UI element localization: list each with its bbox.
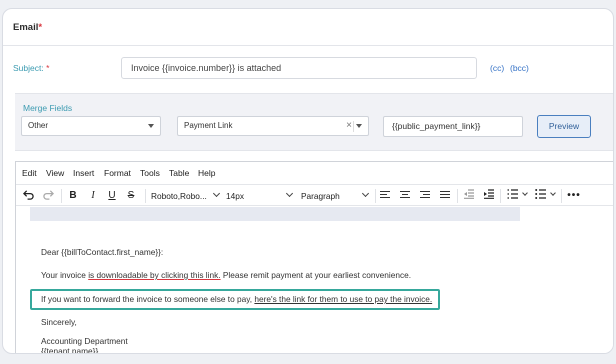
divider — [3, 45, 613, 46]
outdent-icon[interactable] — [462, 189, 474, 203]
email-card: Email* Subject: * Invoice {{invoice.numb… — [2, 8, 614, 354]
menu-format[interactable]: Format — [104, 168, 131, 178]
align-center-icon[interactable] — [400, 191, 410, 200]
merge-category-select[interactable]: Other — [21, 116, 161, 136]
align-left-icon[interactable] — [380, 191, 390, 200]
closing-line: Sincerely, — [41, 317, 77, 327]
editor-menubar: Edit View Insert Format Tools Table Help — [16, 162, 613, 184]
chevron-down-icon — [285, 189, 294, 198]
subject-label: Subject: * — [13, 63, 50, 73]
body-line-1: Your invoice is downloadable by clicking… — [41, 270, 412, 280]
select-separator — [353, 121, 354, 132]
merge-field-value: Payment Link — [184, 121, 233, 130]
menu-edit[interactable]: Edit — [22, 168, 37, 178]
editor-toolbar: B I U S Roboto,Robo... 14px Paragraph ••… — [16, 184, 613, 206]
subject-input[interactable]: Invoice {{invoice.number}} is attached — [121, 57, 477, 79]
chevron-down-icon — [361, 189, 370, 198]
bold-icon[interactable]: B — [67, 189, 79, 203]
bullet-list-icon[interactable] — [534, 189, 546, 203]
toolbar-separator — [457, 189, 458, 203]
font-family-select[interactable]: Roboto,Robo... — [151, 189, 221, 203]
redo-icon[interactable] — [42, 189, 54, 203]
chevron-down-icon[interactable] — [550, 190, 556, 196]
rich-text-editor: Edit View Insert Format Tools Table Help… — [15, 161, 613, 354]
merge-fields-label: Merge Fields — [23, 103, 73, 113]
menu-insert[interactable]: Insert — [73, 168, 94, 178]
align-right-icon[interactable] — [420, 191, 430, 200]
font-family-value: Roboto,Robo... — [151, 191, 207, 201]
strikethrough-icon[interactable]: S — [125, 189, 137, 203]
align-justify-icon[interactable] — [440, 191, 450, 200]
merge-fields-panel: Merge Fields Other Payment Link × {{publ… — [15, 93, 613, 151]
menu-view[interactable]: View — [46, 168, 64, 178]
signature-line-2: {{tenant.name}} — [41, 346, 99, 354]
menu-help[interactable]: Help — [198, 168, 215, 178]
toolbar-separator — [61, 189, 62, 203]
clear-icon[interactable]: × — [346, 117, 352, 135]
toolbar-separator — [561, 189, 562, 203]
signature-line-1: Accounting Department — [41, 336, 128, 346]
toolbar-separator — [500, 189, 501, 203]
chevron-down-icon[interactable] — [522, 190, 528, 196]
body-line-2: If you want to forward the invoice to so… — [41, 294, 433, 304]
merge-token-field[interactable]: {{public_payment_link}} — [383, 116, 523, 137]
numbered-list-icon[interactable] — [506, 189, 518, 203]
italic-icon[interactable]: I — [87, 189, 99, 203]
underline-icon[interactable]: U — [106, 189, 118, 203]
toolbar-separator — [145, 189, 146, 203]
bcc-link[interactable]: (bcc) — [510, 63, 529, 73]
caret-down-icon — [148, 124, 154, 128]
section-title: Email* — [13, 22, 43, 33]
cc-link[interactable]: (cc) — [490, 63, 504, 73]
download-link[interactable]: is downloadable by clicking this link. — [88, 270, 220, 280]
more-icon[interactable]: ••• — [567, 189, 581, 203]
indent-icon[interactable] — [482, 189, 494, 203]
toolbar-separator — [375, 189, 376, 203]
template-banner — [30, 207, 520, 221]
undo-icon[interactable] — [22, 189, 34, 203]
greeting-line: Dear {{billToContact.first_name}}: — [41, 247, 164, 257]
editor-content[interactable]: Dear {{billToContact.first_name}}: Your … — [16, 207, 613, 354]
merge-field-select[interactable]: Payment Link × — [177, 116, 369, 136]
block-format-value: Paragraph — [301, 191, 340, 201]
payment-link[interactable]: here's the link for them to use to pay t… — [254, 294, 432, 304]
merge-category-value: Other — [28, 121, 49, 130]
caret-down-icon — [356, 124, 362, 128]
menu-tools[interactable]: Tools — [140, 168, 160, 178]
font-size-select[interactable]: 14px — [226, 189, 294, 203]
block-format-select[interactable]: Paragraph — [301, 189, 370, 203]
font-size-value: 14px — [226, 191, 244, 201]
preview-button[interactable]: Preview — [537, 115, 591, 138]
chevron-down-icon — [212, 189, 221, 198]
menu-table[interactable]: Table — [169, 168, 189, 178]
